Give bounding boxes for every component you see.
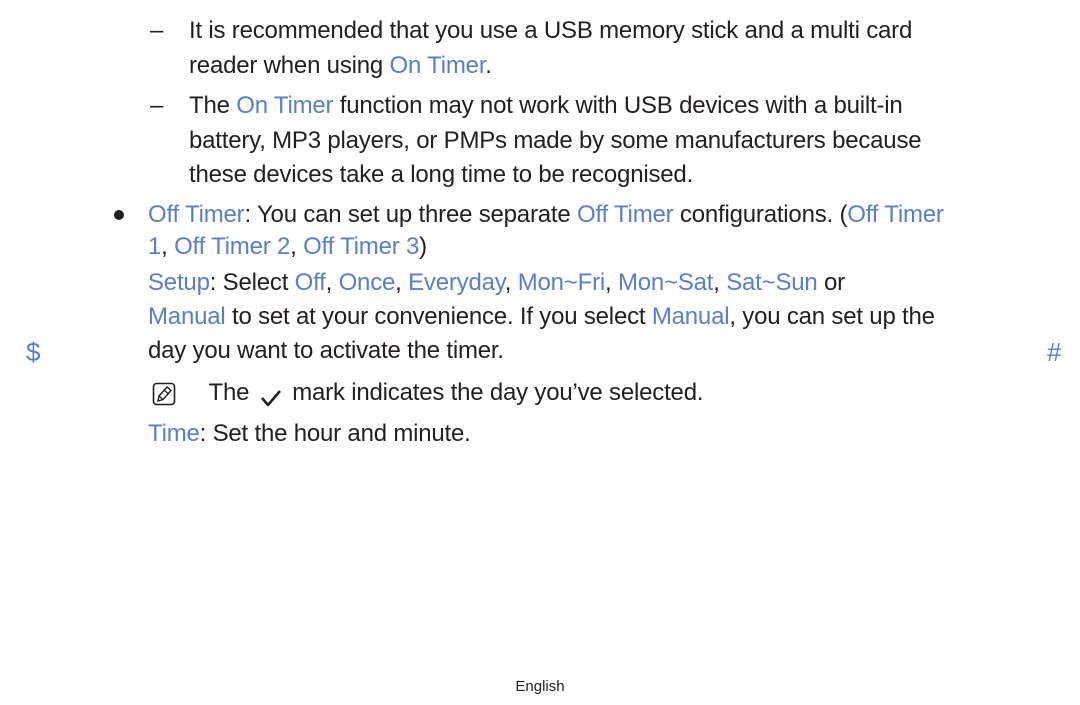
text-segment: configurations. (	[673, 201, 848, 228]
text-line: Setup: Select Off, Once, Everyday, Mon~F…	[148, 266, 845, 300]
highlighted-term: Off Timer 2	[174, 233, 291, 260]
highlighted-term: Once	[338, 269, 396, 296]
text-segment: ,	[395, 269, 409, 296]
text-segment: to set at your convenience. If you selec…	[225, 303, 652, 330]
highlighted-term: On Timer	[236, 92, 334, 119]
highlighted-term: Sat~Sun	[726, 269, 818, 296]
highlighted-term: Off Timer	[148, 201, 245, 228]
text-line: reader when using On Timer.	[189, 49, 492, 83]
highlighted-term: Manual	[148, 303, 226, 330]
highlighted-term: Off Timer 3	[303, 233, 420, 260]
dash-marker: –	[150, 17, 164, 44]
text-segment: ,	[290, 233, 304, 260]
highlighted-term: Mon~Sat	[617, 269, 714, 296]
text-segment: ,	[713, 269, 727, 296]
text-line: 1, Off Timer 2, Off Timer 3)	[148, 230, 427, 264]
text-segment: : Set the hour and minute.	[199, 420, 471, 447]
highlighted-term: On Timer	[389, 52, 486, 79]
text-segment: function may not work with USB devices w…	[333, 92, 903, 119]
bullet-icon	[114, 210, 124, 220]
text-segment: ,	[504, 269, 518, 296]
text-segment: these devices take a long time to be rec…	[189, 161, 694, 188]
text-segment: : You can set up three separate	[244, 201, 577, 228]
highlighted-term: 1	[148, 233, 162, 260]
highlighted-term: Setup	[148, 269, 210, 296]
note-line: The mark indicates the day you’ve select…	[152, 376, 704, 410]
text-segment: battery, MP3 players, or PMPs made by so…	[189, 127, 922, 154]
text-segment: The	[189, 92, 237, 119]
text-segment: , you can set up the	[729, 303, 935, 330]
text-line: Time: Set the hour and minute.	[148, 417, 471, 451]
highlighted-term: Off Timer	[847, 201, 944, 228]
note-icon	[152, 382, 176, 406]
highlighted-term: Manual	[651, 303, 730, 330]
highlighted-term: Mon~Fri	[517, 269, 605, 296]
text-segment: ,	[161, 233, 175, 260]
note-text-before: The	[208, 379, 250, 406]
text-segment: ,	[605, 269, 618, 296]
text-line: battery, MP3 players, or PMPs made by so…	[189, 124, 922, 158]
text-segment: ,	[325, 269, 339, 296]
checkmark-icon	[260, 384, 282, 406]
text-line: The On Timer function may not work with …	[189, 89, 903, 123]
text-line: day you want to activate the timer.	[148, 334, 504, 368]
text-segment: reader when using	[189, 52, 390, 79]
text-line: It is recommended that you use a USB mem…	[189, 14, 912, 48]
footer-language: English	[515, 678, 565, 695]
left-margin-mark: $	[26, 337, 41, 367]
dash-marker: –	[150, 92, 164, 119]
text-segment: day you want to activate the timer.	[148, 337, 504, 364]
highlighted-term: Everyday	[408, 269, 505, 296]
text-segment: : Select	[209, 269, 295, 296]
highlighted-term: Off	[294, 269, 326, 296]
highlighted-term: Off Timer	[576, 201, 674, 228]
text-line: these devices take a long time to be rec…	[189, 158, 693, 192]
text-segment: or	[817, 269, 845, 296]
text-segment: )	[419, 233, 427, 260]
highlighted-term: Time	[148, 420, 200, 447]
text-line: Manual to set at your convenience. If yo…	[148, 300, 935, 334]
text-segment: .	[485, 52, 492, 79]
right-margin-mark: #	[1047, 337, 1062, 367]
note-text-after: mark indicates the day you’ve selected.	[292, 379, 704, 406]
text-line: Off Timer: You can set up three separate…	[148, 198, 944, 232]
text-segment: It is recommended that you use a USB mem…	[189, 17, 913, 44]
